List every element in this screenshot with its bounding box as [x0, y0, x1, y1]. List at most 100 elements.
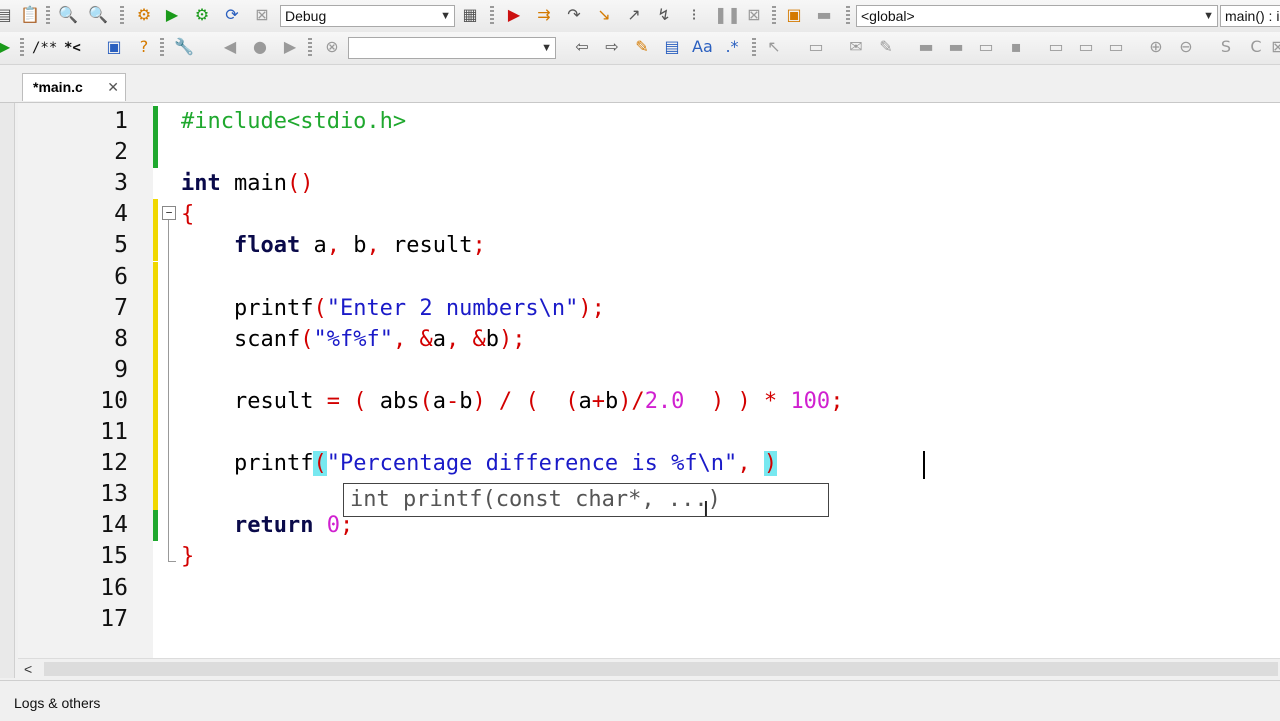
- build-config-icon[interactable]: ▦: [460, 5, 480, 25]
- comment-block-button[interactable]: /**: [32, 40, 57, 56]
- shape-icon-2[interactable]: ▭: [1076, 37, 1096, 57]
- line-number[interactable]: 14: [18, 510, 128, 541]
- note-icon[interactable]: ✎: [876, 37, 896, 57]
- logs-tab[interactable]: Logs & others: [14, 695, 100, 711]
- selected-text-icon[interactable]: ▤: [662, 37, 682, 57]
- scrollbar-thumb[interactable]: [44, 662, 1278, 676]
- block-icon-4[interactable]: ▪: [1006, 37, 1026, 57]
- line-number[interactable]: 15: [18, 541, 128, 572]
- help-icon[interactable]: ?: [134, 37, 154, 57]
- toolbar-grip[interactable]: [308, 38, 312, 58]
- step-instruction-icon[interactable]: ⁝: [684, 5, 704, 25]
- highlight-icon[interactable]: ✎: [632, 37, 652, 57]
- debug-start-icon[interactable]: ▶: [504, 5, 524, 25]
- code-line[interactable]: printf("Enter 2 numbers\n");: [181, 293, 605, 324]
- code-line[interactable]: int main(): [181, 168, 313, 199]
- toolbar-grip[interactable]: [846, 6, 850, 26]
- line-number[interactable]: 13: [18, 479, 128, 510]
- stop-debug-icon[interactable]: ⊠: [744, 5, 764, 25]
- code-line[interactable]: #include<stdio.h>: [181, 106, 406, 137]
- scroll-left-icon[interactable]: <: [24, 659, 32, 679]
- abort-icon[interactable]: ⊠: [252, 5, 272, 25]
- line-number[interactable]: 6: [18, 262, 128, 293]
- next-bookmark-icon[interactable]: ▶: [280, 37, 300, 57]
- find-previous-icon[interactable]: ⇦: [572, 37, 592, 57]
- wrench-icon[interactable]: 🔧: [174, 37, 194, 57]
- line-number[interactable]: 17: [18, 604, 128, 635]
- various-info-icon[interactable]: ▬: [814, 5, 834, 25]
- toolbar-grip[interactable]: [752, 38, 756, 58]
- run-to-cursor-icon[interactable]: ⇉: [534, 5, 554, 25]
- fold-collapse-icon[interactable]: −: [162, 206, 176, 220]
- left-dock-bar[interactable]: [0, 66, 15, 678]
- toggle-bookmark-icon[interactable]: ●: [250, 37, 270, 57]
- comment-line-button[interactable]: *<: [64, 40, 81, 56]
- shape-icon-3[interactable]: ▭: [1106, 37, 1126, 57]
- line-number[interactable]: 2: [18, 137, 128, 168]
- line-number[interactable]: 7: [18, 293, 128, 324]
- code-line[interactable]: }: [181, 541, 194, 572]
- clear-search-icon[interactable]: ⊗: [322, 37, 342, 57]
- select-cursor-icon[interactable]: ↖: [764, 37, 784, 57]
- pause-icon[interactable]: ❚❚: [714, 5, 741, 25]
- line-number[interactable]: 8: [18, 324, 128, 355]
- replace-icon[interactable]: 🔍: [88, 5, 108, 25]
- debug-continue-icon[interactable]: ▶: [0, 37, 14, 57]
- build-target-select[interactable]: Debug ▼: [280, 5, 455, 27]
- line-number[interactable]: 12: [18, 448, 128, 479]
- search-input[interactable]: ▼: [348, 37, 556, 59]
- toolbar-grip[interactable]: [490, 6, 494, 26]
- code-line[interactable]: float a, b, result;: [181, 230, 486, 261]
- line-number[interactable]: 1: [18, 106, 128, 137]
- block-icon-2[interactable]: ▬: [946, 37, 966, 57]
- save-icon[interactable]: ▤: [0, 5, 14, 25]
- step-out-icon[interactable]: ↗: [624, 5, 644, 25]
- build-and-run-icon[interactable]: ⚙: [192, 5, 212, 25]
- shape-icon-1[interactable]: ▭: [1046, 37, 1066, 57]
- debug-windows-icon[interactable]: ▣: [784, 5, 804, 25]
- rectangle-icon[interactable]: ▭: [806, 37, 826, 57]
- toolbar-grip[interactable]: [46, 6, 50, 26]
- next-line-icon[interactable]: ↷: [564, 5, 584, 25]
- line-number[interactable]: 9: [18, 355, 128, 386]
- next-instruction-icon[interactable]: ↯: [654, 5, 674, 25]
- block-icon-3[interactable]: ▭: [976, 37, 996, 57]
- find-next-icon[interactable]: ⇨: [602, 37, 622, 57]
- function-select[interactable]: main() : i: [1220, 5, 1280, 27]
- horizontal-scrollbar[interactable]: <: [18, 658, 1280, 679]
- code-line[interactable]: scanf("%f%f", &a, &b);: [181, 324, 525, 355]
- envelope-icon[interactable]: ✉: [846, 37, 866, 57]
- line-number[interactable]: 3: [18, 168, 128, 199]
- line-number[interactable]: 10: [18, 386, 128, 417]
- paste-icon[interactable]: 📋: [20, 5, 40, 25]
- line-number[interactable]: 5: [18, 230, 128, 261]
- find-icon[interactable]: 🔍: [58, 5, 78, 25]
- code-line[interactable]: return 0;: [181, 510, 353, 541]
- tab-main-c[interactable]: *main.c ✕: [22, 73, 126, 101]
- toolbar-grip[interactable]: [160, 38, 164, 58]
- stop-icon[interactable]: ⊠: [1268, 37, 1280, 57]
- zoom-out-icon[interactable]: ⊖: [1176, 37, 1196, 57]
- code-line[interactable]: {: [181, 199, 194, 230]
- toolbar-grip[interactable]: [20, 38, 24, 58]
- code-line[interactable]: printf("Percentage difference is %f\n", …: [181, 448, 778, 479]
- toolbar-grip[interactable]: [772, 6, 776, 26]
- toolbar-grip[interactable]: [120, 6, 124, 26]
- close-icon[interactable]: ✕: [107, 74, 119, 100]
- match-case-icon[interactable]: Aa: [692, 37, 713, 57]
- run-icon[interactable]: ▶: [162, 5, 182, 25]
- line-number[interactable]: 16: [18, 573, 128, 604]
- s-icon[interactable]: S: [1216, 37, 1236, 57]
- c-icon[interactable]: C: [1246, 37, 1266, 57]
- line-number[interactable]: 11: [18, 417, 128, 448]
- prev-bookmark-icon[interactable]: ◀: [220, 37, 240, 57]
- doxyblocks-icon[interactable]: ▣: [104, 37, 124, 57]
- line-number[interactable]: 4: [18, 199, 128, 230]
- rebuild-icon[interactable]: ⟳: [222, 5, 242, 25]
- scope-select[interactable]: <global> ▼: [856, 5, 1218, 27]
- block-icon-1[interactable]: ▬: [916, 37, 936, 57]
- step-into-icon[interactable]: ↘: [594, 5, 614, 25]
- zoom-in-icon[interactable]: ⊕: [1146, 37, 1166, 57]
- build-gear-icon[interactable]: ⚙: [134, 5, 154, 25]
- code-line[interactable]: result = ( abs(a-b) / ( (a+b)/2.0 ) ) * …: [181, 386, 843, 417]
